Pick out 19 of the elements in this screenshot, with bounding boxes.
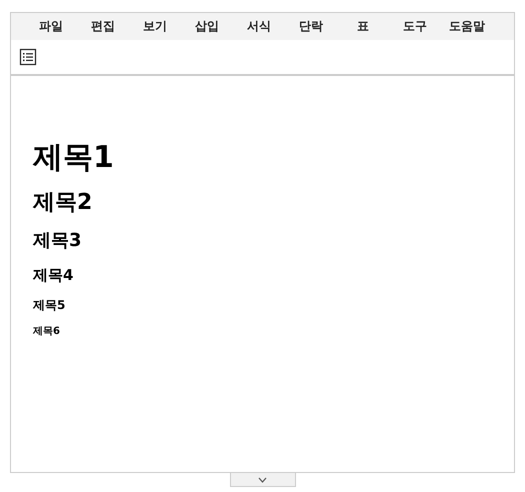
menu-item[interactable]: 서식: [233, 18, 285, 35]
resize-handle[interactable]: [230, 473, 296, 487]
heading-text: 제목1: [33, 140, 114, 176]
heading-text: 제목2: [33, 190, 92, 216]
heading-text: 제목5: [33, 298, 66, 312]
heading-text: 제목3: [33, 230, 82, 252]
bullet-list-button[interactable]: [19, 48, 37, 66]
menu-item[interactable]: 도움말: [441, 18, 493, 35]
heading-text: 제목4: [33, 266, 74, 284]
menu-item[interactable]: 표: [337, 18, 389, 35]
heading-text: 제목6: [33, 326, 60, 338]
menu-item[interactable]: 보기: [129, 18, 181, 35]
menu-item[interactable]: 도구: [389, 18, 441, 35]
menu-item[interactable]: 단락: [285, 18, 337, 35]
menu-item[interactable]: 삽입: [181, 18, 233, 35]
chevron-down-icon: [258, 476, 267, 482]
menu-item[interactable]: 파일: [25, 18, 77, 35]
menu-item[interactable]: 편집: [77, 18, 129, 35]
list-icon: [19, 48, 37, 66]
